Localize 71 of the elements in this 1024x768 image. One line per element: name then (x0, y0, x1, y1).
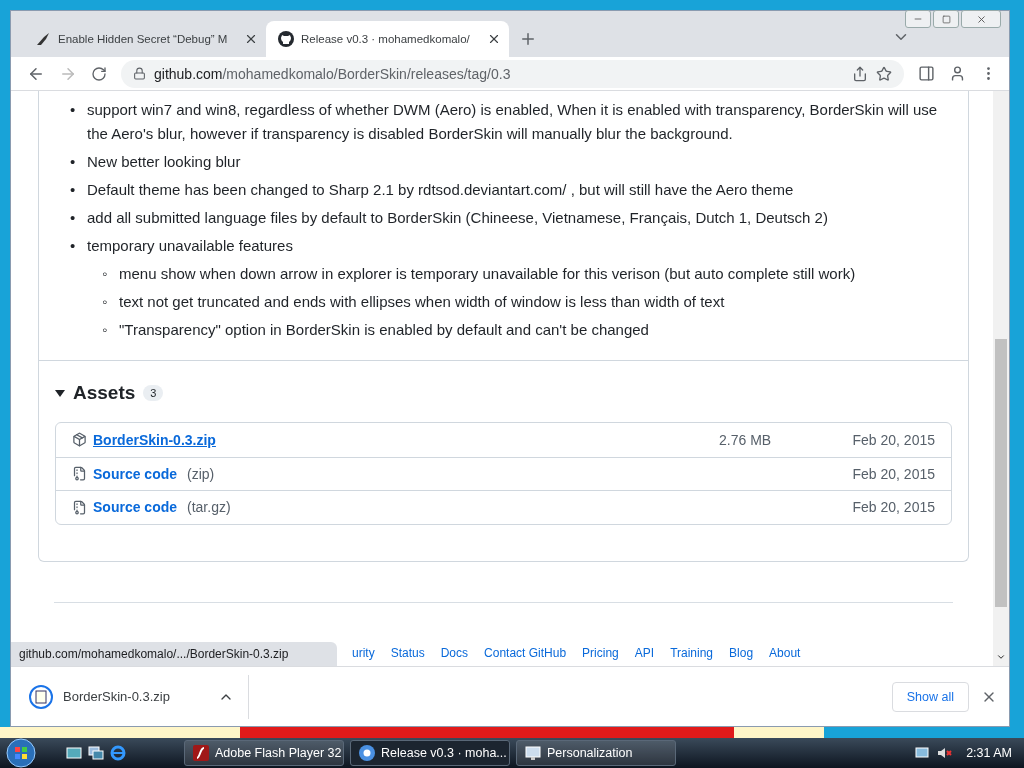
footer-link[interactable]: Docs (440, 645, 469, 660)
share-icon[interactable] (852, 65, 868, 82)
bullet-marker: • (70, 208, 77, 228)
scrollbar[interactable] (993, 91, 1009, 666)
asset-date: Feb 20, 2015 (851, 499, 935, 516)
reload-button[interactable] (91, 65, 107, 82)
desktop-icon[interactable] (66, 745, 82, 761)
bullet-marker: • (70, 152, 77, 172)
footer-link[interactable]: Pricing (582, 645, 619, 660)
release-note: Default theme has been changed to Sharp 2.1 by rdtsod.deviantart.com/ , but will still have the Aero theme (87, 180, 795, 200)
status-bubble: github.com/mohamedkomalo/.../BorderSkin-0.3.zip (11, 642, 337, 666)
star-icon[interactable] (876, 65, 892, 82)
assets-heading: Assets (73, 382, 136, 404)
release-note: temporary unavailable features (87, 236, 294, 256)
lock-icon (133, 67, 146, 80)
bullet-marker: ◦ (102, 292, 109, 312)
footer-link[interactable]: Contact GitHub (484, 645, 567, 660)
maximize-icon[interactable] (941, 14, 951, 24)
taskbar-button[interactable]: Release v0.3 · moha... (350, 740, 510, 766)
profile-button[interactable] (949, 65, 966, 82)
bullet-marker: • (70, 180, 77, 200)
new-tab-button[interactable] (519, 30, 537, 48)
footer-link[interactable]: Status (390, 645, 425, 660)
footer-link[interactable]: urity (352, 645, 375, 660)
footer-link[interactable]: Blog (729, 645, 754, 660)
volume-muted-icon[interactable] (936, 745, 953, 761)
asset-date: Feb 20, 2015 (851, 431, 935, 448)
footer-link[interactable]: Training (670, 645, 714, 660)
flash-icon (193, 745, 209, 761)
browser-tab[interactable]: Release v0.3 · mohamedkomalo/ (266, 21, 509, 57)
show-all-button[interactable]: Show all (891, 681, 969, 712)
release-note: add all submitted language files by default to BorderSkin (Chineese, Vietnamese, Français, Dutch 1, Deutsch 2) (87, 208, 829, 228)
clock: 2:31 AM (966, 746, 1013, 760)
close-icon[interactable] (487, 32, 501, 46)
scroll-down-icon[interactable] (996, 652, 1006, 662)
browser-tab[interactable]: Enable Hidden Secret “Debug” M (23, 21, 266, 57)
package-icon (72, 432, 87, 448)
bullet-marker: • (70, 100, 77, 120)
footer-link[interactable]: About (769, 645, 801, 660)
taskbar-button[interactable]: Adobe Flash Player 32 (184, 740, 344, 766)
release-note: support win7 and win8, regardless of whether DWM (Aero) is enabled, When it is enabled with transparency, BorderSkin will use the Aero's blur, however if transparency is disabled BorderSkin will manually blur the background. (87, 100, 939, 144)
bullet-marker: ◦ (102, 320, 109, 340)
github-cat-icon (278, 31, 294, 47)
taskbar-button[interactable]: Personalization (516, 740, 676, 766)
release-note: text not get truncated and ends with ellipses when width of window is less than width of text (119, 292, 726, 312)
asset-date: Feb 20, 2015 (851, 465, 935, 482)
address-bar[interactable]: github.com/mohamedkomalo/BorderSkin/releases/tag/0.3 (121, 59, 904, 88)
monitor-icon (525, 745, 541, 761)
asset-count: 3 (143, 385, 164, 401)
bullet-marker: ◦ (102, 264, 109, 284)
side-panel-button[interactable] (918, 65, 935, 82)
download-filename[interactable]: BorderSkin-0.3.zip (63, 689, 208, 704)
bullet-marker: • (70, 236, 77, 256)
url-text: github.com/mohamedkomalo/BorderSkin/releases/tag/0.3 (154, 65, 511, 82)
start-orb-icon[interactable] (6, 738, 36, 768)
release-note: New better looking blur (87, 152, 242, 172)
asset-format: (tar.gz) (187, 499, 231, 516)
asset-link[interactable]: Source code (93, 465, 178, 482)
caret-icon[interactable] (55, 388, 65, 398)
release-note: "Transparency" option in BorderSkin is enabled by default and can't be changed (119, 320, 650, 340)
asset-link[interactable]: Source code (93, 499, 178, 516)
browser-icon (359, 745, 375, 761)
footer-link[interactable]: API (634, 645, 655, 660)
release-note: menu show when down arrow in explorer is temporary unavailable for this verison (but auto complete still work) (119, 264, 857, 284)
asset-size: 2.76 MB (719, 431, 773, 448)
asset-format: (zip) (187, 465, 215, 482)
asset-link[interactable]: BorderSkin-0.3.zip (93, 431, 216, 448)
close-icon[interactable] (244, 32, 258, 46)
windows-icon[interactable] (88, 745, 104, 761)
browser-e-icon[interactable] (110, 745, 126, 761)
close-icon[interactable] (975, 13, 987, 25)
